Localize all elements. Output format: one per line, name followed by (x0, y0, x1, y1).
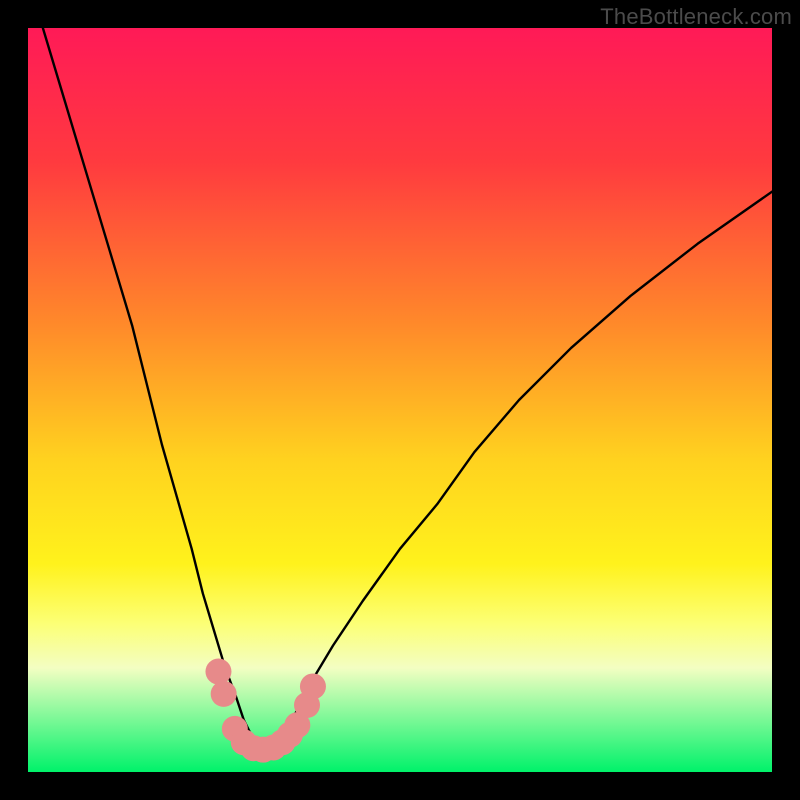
data-marker (300, 673, 326, 699)
watermark-text: TheBottleneck.com (600, 4, 792, 30)
chart-frame: TheBottleneck.com (0, 0, 800, 800)
gradient-background (28, 28, 772, 772)
plot-area (28, 28, 772, 772)
data-marker (211, 681, 237, 707)
data-marker (205, 659, 231, 685)
chart-svg (28, 28, 772, 772)
